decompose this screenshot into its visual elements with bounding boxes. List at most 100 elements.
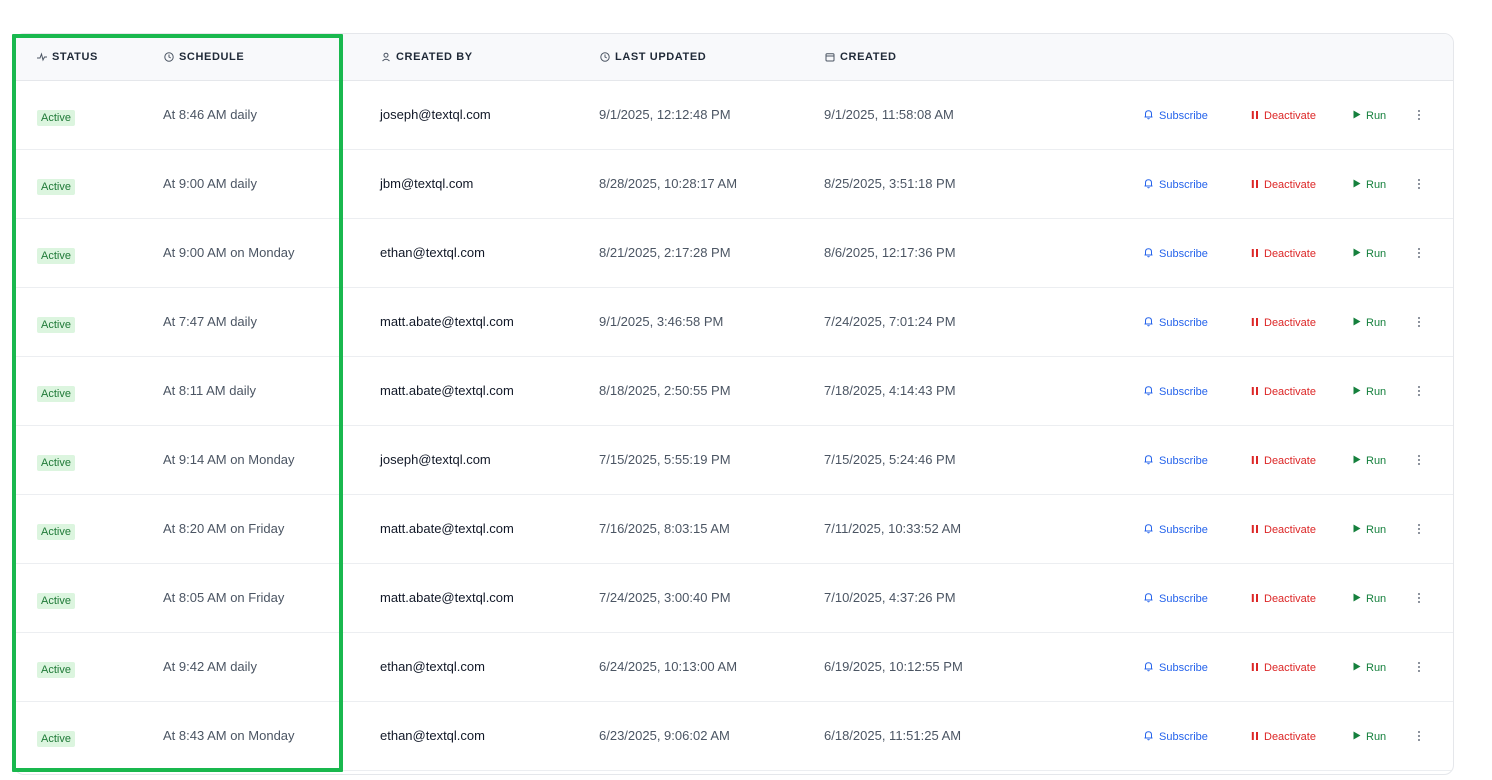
table-row[interactable]: Active At 9:00 AM on Monday ethan@textql…: [15, 218, 1453, 288]
more-vertical-icon[interactable]: [1417, 384, 1421, 400]
deactivate-label: Deactivate: [1264, 110, 1316, 122]
schedules-table: STATUS SCHEDULE CREATED BY LAST UPDATED: [14, 33, 1454, 775]
subscribe-cell: Subscribe: [1143, 632, 1208, 701]
calendar-icon: [825, 52, 835, 62]
subscribe-cell: Subscribe: [1143, 563, 1208, 632]
subscribe-button[interactable]: Subscribe: [1143, 316, 1208, 330]
more-vertical-icon[interactable]: [1417, 453, 1421, 469]
pause-icon: [1251, 110, 1259, 123]
subscribe-button[interactable]: Subscribe: [1143, 109, 1208, 123]
deactivate-label: Deactivate: [1264, 317, 1316, 329]
deactivate-button[interactable]: Deactivate: [1251, 110, 1316, 123]
run-button[interactable]: Run: [1353, 731, 1386, 743]
more-vertical-icon[interactable]: [1417, 177, 1421, 193]
deactivate-cell: Deactivate: [1251, 425, 1316, 494]
deactivate-label: Deactivate: [1264, 248, 1316, 260]
column-header-last-updated[interactable]: LAST UPDATED: [600, 34, 706, 80]
schedule-cell: At 8:05 AM on Friday: [163, 590, 285, 605]
status-cell: Active: [37, 218, 75, 287]
run-button[interactable]: Run: [1353, 248, 1386, 260]
created-cell: 7/18/2025, 4:14:43 PM: [824, 383, 956, 398]
schedule-cell: At 8:46 AM daily: [163, 107, 257, 122]
bell-icon: [1143, 109, 1154, 123]
table-row[interactable]: Active At 8:43 AM on Monday ethan@textql…: [15, 701, 1453, 771]
table-row[interactable]: Active At 8:11 AM daily matt.abate@textq…: [15, 356, 1453, 426]
last-updated-cell: 6/23/2025, 9:06:02 AM: [599, 728, 730, 743]
created-by-cell: ethan@textql.com: [380, 245, 485, 260]
more-vertical-icon[interactable]: [1417, 522, 1421, 538]
schedule-cell: At 9:14 AM on Monday: [163, 452, 295, 467]
deactivate-button[interactable]: Deactivate: [1251, 179, 1316, 192]
more-vertical-icon[interactable]: [1417, 591, 1421, 607]
deactivate-label: Deactivate: [1264, 662, 1316, 674]
run-button[interactable]: Run: [1353, 110, 1386, 122]
more-vertical-icon[interactable]: [1417, 660, 1421, 676]
deactivate-button[interactable]: Deactivate: [1251, 317, 1316, 330]
run-cell: Run: [1353, 494, 1386, 563]
run-button[interactable]: Run: [1353, 386, 1386, 398]
run-button[interactable]: Run: [1353, 593, 1386, 605]
deactivate-button[interactable]: Deactivate: [1251, 593, 1316, 606]
more-vertical-icon[interactable]: [1417, 315, 1421, 331]
subscribe-cell: Subscribe: [1143, 701, 1208, 770]
run-button[interactable]: Run: [1353, 455, 1386, 467]
run-cell: Run: [1353, 149, 1386, 218]
run-cell: Run: [1353, 287, 1386, 356]
run-cell: Run: [1353, 563, 1386, 632]
deactivate-cell: Deactivate: [1251, 563, 1316, 632]
clock-icon: [600, 52, 610, 62]
table-row[interactable]: Active At 7:47 AM daily matt.abate@textq…: [15, 287, 1453, 357]
deactivate-button[interactable]: Deactivate: [1251, 662, 1316, 675]
deactivate-label: Deactivate: [1264, 524, 1316, 536]
column-header-created-by[interactable]: CREATED BY: [381, 34, 473, 80]
subscribe-button[interactable]: Subscribe: [1143, 661, 1208, 675]
more-vertical-icon[interactable]: [1417, 729, 1421, 745]
table-row[interactable]: Active At 9:00 AM daily jbm@textql.com 8…: [15, 149, 1453, 219]
pause-icon: [1251, 386, 1259, 399]
deactivate-button[interactable]: Deactivate: [1251, 386, 1316, 399]
deactivate-button[interactable]: Deactivate: [1251, 248, 1316, 261]
created-by-cell: matt.abate@textql.com: [380, 521, 514, 536]
deactivate-button[interactable]: Deactivate: [1251, 731, 1316, 744]
subscribe-label: Subscribe: [1159, 110, 1208, 122]
run-button[interactable]: Run: [1353, 662, 1386, 674]
more-cell: [1417, 701, 1421, 770]
bell-icon: [1143, 523, 1154, 537]
table-row[interactable]: Active At 8:20 AM on Friday matt.abate@t…: [15, 494, 1453, 564]
subscribe-button[interactable]: Subscribe: [1143, 247, 1208, 261]
bell-icon: [1143, 385, 1154, 399]
run-button[interactable]: Run: [1353, 317, 1386, 329]
run-button[interactable]: Run: [1353, 179, 1386, 191]
table-row[interactable]: Active At 9:14 AM on Monday joseph@textq…: [15, 425, 1453, 495]
deactivate-cell: Deactivate: [1251, 356, 1316, 425]
deactivate-label: Deactivate: [1264, 593, 1316, 605]
last-updated-cell: 7/24/2025, 3:00:40 PM: [599, 590, 731, 605]
table-row[interactable]: Active At 9:42 AM daily ethan@textql.com…: [15, 632, 1453, 702]
subscribe-button[interactable]: Subscribe: [1143, 730, 1208, 744]
subscribe-button[interactable]: Subscribe: [1143, 592, 1208, 606]
subscribe-button[interactable]: Subscribe: [1143, 385, 1208, 399]
run-cell: Run: [1353, 80, 1386, 149]
table-row[interactable]: Active At 8:46 AM daily joseph@textql.co…: [15, 80, 1453, 150]
status-badge: Active: [37, 523, 75, 540]
column-header-created[interactable]: CREATED: [825, 34, 897, 80]
table-row[interactable]: Active At 8:05 AM on Friday matt.abate@t…: [15, 563, 1453, 633]
last-updated-cell: 8/28/2025, 10:28:17 AM: [599, 176, 738, 191]
deactivate-button[interactable]: Deactivate: [1251, 455, 1316, 468]
run-button[interactable]: Run: [1353, 524, 1386, 536]
more-cell: [1417, 632, 1421, 701]
more-vertical-icon[interactable]: [1417, 108, 1421, 124]
column-header-schedule[interactable]: SCHEDULE: [164, 34, 244, 80]
subscribe-cell: Subscribe: [1143, 494, 1208, 563]
status-badge: Active: [37, 454, 75, 471]
more-vertical-icon[interactable]: [1417, 246, 1421, 262]
subscribe-button[interactable]: Subscribe: [1143, 454, 1208, 468]
subscribe-label: Subscribe: [1159, 455, 1208, 467]
deactivate-button[interactable]: Deactivate: [1251, 524, 1316, 537]
run-cell: Run: [1353, 218, 1386, 287]
subscribe-button[interactable]: Subscribe: [1143, 178, 1208, 192]
subscribe-label: Subscribe: [1159, 248, 1208, 260]
subscribe-button[interactable]: Subscribe: [1143, 523, 1208, 537]
column-header-status[interactable]: STATUS: [37, 34, 98, 80]
last-updated-cell: 7/15/2025, 5:55:19 PM: [599, 452, 731, 467]
